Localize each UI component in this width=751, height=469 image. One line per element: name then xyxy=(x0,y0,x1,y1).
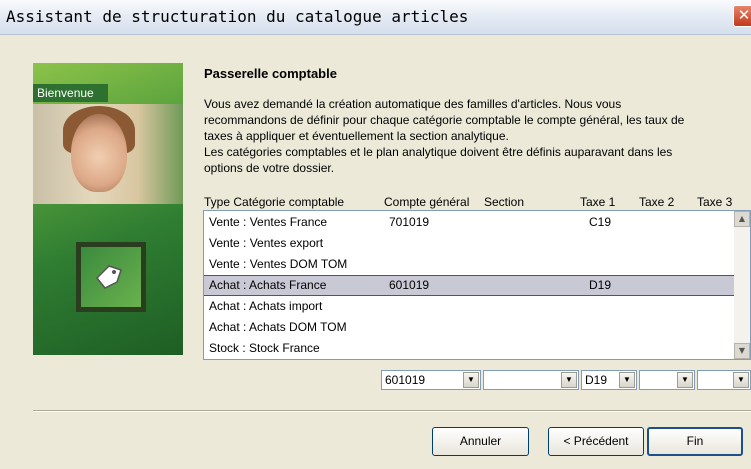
dropdown-arrow-icon[interactable]: ▼ xyxy=(733,372,749,388)
dropdown-arrow-icon[interactable]: ▼ xyxy=(619,372,635,388)
cell-type: Achat : Achats import xyxy=(209,299,323,313)
compte-general-value: 601019 xyxy=(385,373,426,387)
column-header-compte: Compte général xyxy=(384,195,470,209)
section-heading: Passerelle comptable xyxy=(204,66,337,81)
previous-button[interactable]: < Précédent xyxy=(548,427,644,456)
cell-type: Vente : Ventes France xyxy=(209,215,328,229)
title-bar[interactable]: Assistant de structuration du catalogue … xyxy=(0,0,751,35)
table-row[interactable]: Achat : Achats DOM TOM xyxy=(204,317,735,338)
column-header-taxe1: Taxe 1 xyxy=(580,195,616,209)
cell-taxe1: D19 xyxy=(589,278,612,292)
instructions-line: Les catégories comptables et le plan ana… xyxy=(204,145,673,159)
close-icon: ✕ xyxy=(737,6,751,24)
column-header-taxe2: Taxe 2 xyxy=(639,195,675,209)
compte-general-select[interactable]: 601019 ▼ xyxy=(381,370,481,390)
cell-compte: 701019 xyxy=(389,215,430,229)
table-row-selected[interactable]: Achat : Achats France 601019 D19 xyxy=(204,275,735,296)
price-tag-icon xyxy=(95,265,122,289)
table-row[interactable]: Vente : Ventes France 701019 C19 xyxy=(204,212,735,233)
welcome-badge: Bienvenue xyxy=(33,84,108,102)
wizard-banner-image: Bienvenue xyxy=(33,63,183,355)
categories-list[interactable]: Vente : Ventes France 701019 C19 Vente :… xyxy=(203,210,751,360)
taxe1-value: D19 xyxy=(585,373,608,387)
instructions-paragraph: Vous avez demandé la création automatiqu… xyxy=(204,96,749,176)
close-button[interactable]: ✕ xyxy=(733,5,751,27)
instructions-line: recommandons de définir pour chaque caté… xyxy=(204,113,685,127)
column-header-type: Type Catégorie comptable xyxy=(204,195,345,209)
section-select[interactable]: ▼ xyxy=(483,370,579,390)
dropdown-arrow-icon[interactable]: ▼ xyxy=(561,372,577,388)
dropdown-arrow-icon[interactable]: ▼ xyxy=(677,372,693,388)
table-row[interactable]: Achat : Achats import xyxy=(204,296,735,317)
cell-type: Vente : Ventes DOM TOM xyxy=(209,257,348,271)
dropdown-arrow-icon[interactable]: ▼ xyxy=(463,372,479,388)
cell-taxe1: C19 xyxy=(589,215,612,229)
tag-tile xyxy=(76,242,146,312)
face-shape xyxy=(71,114,127,192)
cancel-button[interactable]: Annuler xyxy=(432,427,529,456)
vertical-scrollbar[interactable]: ▲ ▼ xyxy=(734,211,750,359)
table-row[interactable]: Vente : Ventes DOM TOM xyxy=(204,254,735,275)
finish-button[interactable]: Fin xyxy=(647,427,743,456)
instructions-line: options de votre dossier. xyxy=(204,161,335,175)
table-row[interactable]: Vente : Ventes export xyxy=(204,233,735,254)
column-header-taxe3: Taxe 3 xyxy=(697,195,733,209)
scroll-down-icon[interactable]: ▼ xyxy=(734,343,750,359)
table-row[interactable]: Stock : Stock France xyxy=(204,338,735,359)
footer-separator xyxy=(33,410,751,412)
column-header-section: Section xyxy=(484,195,525,209)
instructions-line: Vous avez demandé la création automatiqu… xyxy=(204,97,622,111)
scroll-up-icon[interactable]: ▲ xyxy=(734,211,750,227)
taxe1-select[interactable]: D19 ▼ xyxy=(581,370,637,390)
taxe2-select[interactable]: ▼ xyxy=(639,370,695,390)
woman-photo xyxy=(33,104,183,204)
cell-type: Vente : Ventes export xyxy=(209,236,324,250)
cell-compte: 601019 xyxy=(389,278,430,292)
cell-type: Achat : Achats France xyxy=(209,278,327,292)
cell-type: Stock : Stock France xyxy=(209,341,320,355)
window-title: Assistant de structuration du catalogue … xyxy=(6,7,469,26)
taxe3-select[interactable]: ▼ xyxy=(697,370,751,390)
instructions-line: taxes à appliquer et éventuellement la s… xyxy=(204,129,509,143)
cell-type: Achat : Achats DOM TOM xyxy=(209,320,347,334)
